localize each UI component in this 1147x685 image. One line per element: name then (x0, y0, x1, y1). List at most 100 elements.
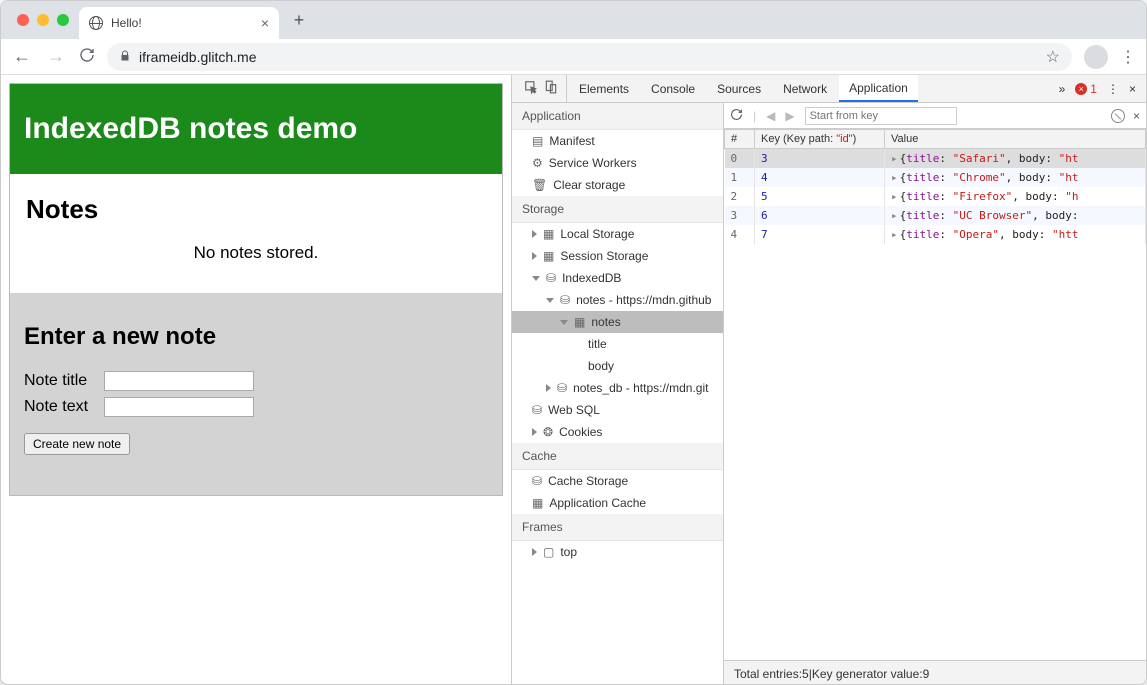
text-row: Note text (24, 397, 488, 417)
more-tabs-icon[interactable]: » (1059, 82, 1066, 96)
sidebar-item-service-workers[interactable]: ⚙Service Workers (512, 152, 723, 174)
sidebar-item-store-notes[interactable]: ▦notes (512, 311, 723, 333)
next-page-icon[interactable]: ▶ (785, 109, 794, 123)
error-count: 1 (1090, 82, 1097, 96)
tab-elements[interactable]: Elements (569, 75, 639, 102)
expand-icon (532, 252, 537, 260)
table-row[interactable]: 25▸{title: "Firefox", body: "h (725, 187, 1146, 206)
browser-toolbar: ← → iframeidb.glitch.me ☆ ⋮ (1, 39, 1146, 75)
frame-icon: ▢ (543, 545, 554, 559)
table-row[interactable]: 36▸{title: "UC Browser", body: (725, 206, 1146, 225)
sidebar-item-top-frame[interactable]: ▢top (512, 541, 723, 563)
status-bar: Total entries: 5 | Key generator value: … (724, 660, 1146, 685)
sidebar-item-clear-storage[interactable]: 🗑Clear storage (512, 174, 723, 196)
sidebar-item-session-storage[interactable]: ▦Session Storage (512, 245, 723, 267)
page-title: IndexedDB notes demo (24, 112, 488, 146)
page-inner: IndexedDB notes demo Notes No notes stor… (9, 83, 503, 496)
lock-icon (119, 49, 131, 65)
section-application: Application (512, 103, 723, 130)
close-window-icon[interactable] (17, 14, 29, 26)
empty-message: No notes stored. (26, 243, 486, 263)
database-icon: ⛁ (560, 293, 570, 307)
browser-menu-icon[interactable]: ⋮ (1120, 47, 1136, 67)
inspect-icon[interactable] (524, 80, 538, 97)
prev-page-icon[interactable]: ◀ (766, 109, 775, 123)
table-row[interactable]: 03▸{title: "Safari", body: "ht (725, 149, 1146, 169)
sidebar-item-cookies[interactable]: ❂Cookies (512, 421, 723, 443)
sidebar-item-web-sql[interactable]: ⛁Web SQL (512, 399, 723, 421)
text-label: Note text (24, 398, 104, 416)
gear-icon: ⚙ (532, 156, 543, 170)
expand-icon (532, 548, 537, 556)
minimize-window-icon[interactable] (37, 14, 49, 26)
tab-application[interactable]: Application (839, 75, 918, 102)
table-icon: ▦ (574, 315, 585, 329)
sidebar-item-index-title[interactable]: title (512, 333, 723, 355)
total-entries: 5 (802, 667, 809, 681)
forward-button[interactable]: → (45, 46, 67, 67)
devtools-panel: Elements Console Sources Network Applica… (511, 75, 1146, 685)
browser-tab[interactable]: Hello! × (79, 7, 279, 39)
note-text-input[interactable] (104, 397, 254, 417)
collapse-icon (532, 276, 540, 281)
sidebar-item-db-notesdb[interactable]: ⛁notes_db - https://mdn.git (512, 377, 723, 399)
section-frames: Frames (512, 514, 723, 541)
content-area: IndexedDB notes demo Notes No notes stor… (1, 75, 1146, 685)
sidebar-item-application-cache[interactable]: ▦Application Cache (512, 492, 723, 514)
form-section: Enter a new note Note title Note text Cr… (10, 293, 502, 495)
collapse-icon (546, 298, 554, 303)
tab-network[interactable]: Network (773, 75, 837, 102)
key-gen-value: 9 (923, 667, 930, 681)
device-icon[interactable] (544, 80, 558, 97)
trash-icon: 🗑 (532, 178, 547, 192)
inspect-tools (516, 75, 567, 102)
maximize-window-icon[interactable] (57, 14, 69, 26)
col-value[interactable]: Value (885, 130, 1146, 149)
sidebar-item-db-notes[interactable]: ⛁notes - https://mdn.github (512, 289, 723, 311)
tab-title: Hello! (111, 16, 142, 30)
sidebar-item-manifest[interactable]: ▤Manifest (512, 130, 723, 152)
sidebar-item-index-body[interactable]: body (512, 355, 723, 377)
data-table[interactable]: # Key (Key path: "id") Value 03▸{title: … (724, 129, 1146, 660)
devtools-body: Application ▤Manifest ⚙Service Workers 🗑… (512, 103, 1146, 685)
form-heading: Enter a new note (24, 323, 488, 351)
delete-icon[interactable]: × (1133, 109, 1140, 123)
bookmark-icon[interactable]: ☆ (1046, 47, 1060, 67)
devtools-menu-icon[interactable]: ⋮ (1107, 82, 1119, 96)
refresh-icon[interactable] (730, 108, 743, 124)
cookie-icon: ❂ (543, 425, 553, 439)
table-row[interactable]: 47▸{title: "Opera", body: "htt (725, 225, 1146, 244)
back-button[interactable]: ← (11, 46, 33, 67)
page-banner: IndexedDB notes demo (10, 84, 502, 174)
col-key[interactable]: Key (Key path: "id") (755, 130, 885, 149)
tab-console[interactable]: Console (641, 75, 705, 102)
storage-icon: ▦ (543, 249, 554, 263)
sidebar-item-indexeddb[interactable]: ⛁IndexedDB (512, 267, 723, 289)
database-icon: ⛁ (546, 271, 556, 285)
profile-avatar[interactable] (1084, 45, 1108, 69)
close-devtools-icon[interactable]: × (1129, 82, 1136, 96)
expand-icon (532, 428, 537, 436)
note-title-input[interactable] (104, 371, 254, 391)
col-index[interactable]: # (725, 130, 755, 149)
data-panel: | ◀ ▶ × # (724, 103, 1146, 685)
error-badge[interactable]: × 1 (1075, 82, 1097, 96)
create-note-button[interactable]: Create new note (24, 433, 130, 455)
database-icon: ⛁ (532, 403, 542, 417)
clear-icon[interactable] (1111, 109, 1125, 123)
title-row: Note title (24, 371, 488, 391)
tab-sources[interactable]: Sources (707, 75, 771, 102)
storage-icon: ▦ (543, 227, 554, 241)
close-tab-icon[interactable]: × (261, 15, 269, 31)
start-key-input[interactable] (805, 107, 957, 125)
table-row[interactable]: 14▸{title: "Chrome", body: "ht (725, 168, 1146, 187)
new-tab-button[interactable]: + (285, 6, 313, 34)
sidebar-item-local-storage[interactable]: ▦Local Storage (512, 223, 723, 245)
table-icon: ▦ (532, 496, 543, 510)
reload-button[interactable] (79, 47, 95, 66)
address-bar[interactable]: iframeidb.glitch.me ☆ (107, 43, 1072, 71)
browser-window: Hello! × + ← → iframeidb.glitch.me ☆ ⋮ I… (0, 0, 1147, 685)
error-icon: × (1075, 83, 1087, 95)
sidebar-item-cache-storage[interactable]: ⛁Cache Storage (512, 470, 723, 492)
notes-section: Notes No notes stored. (10, 174, 502, 293)
